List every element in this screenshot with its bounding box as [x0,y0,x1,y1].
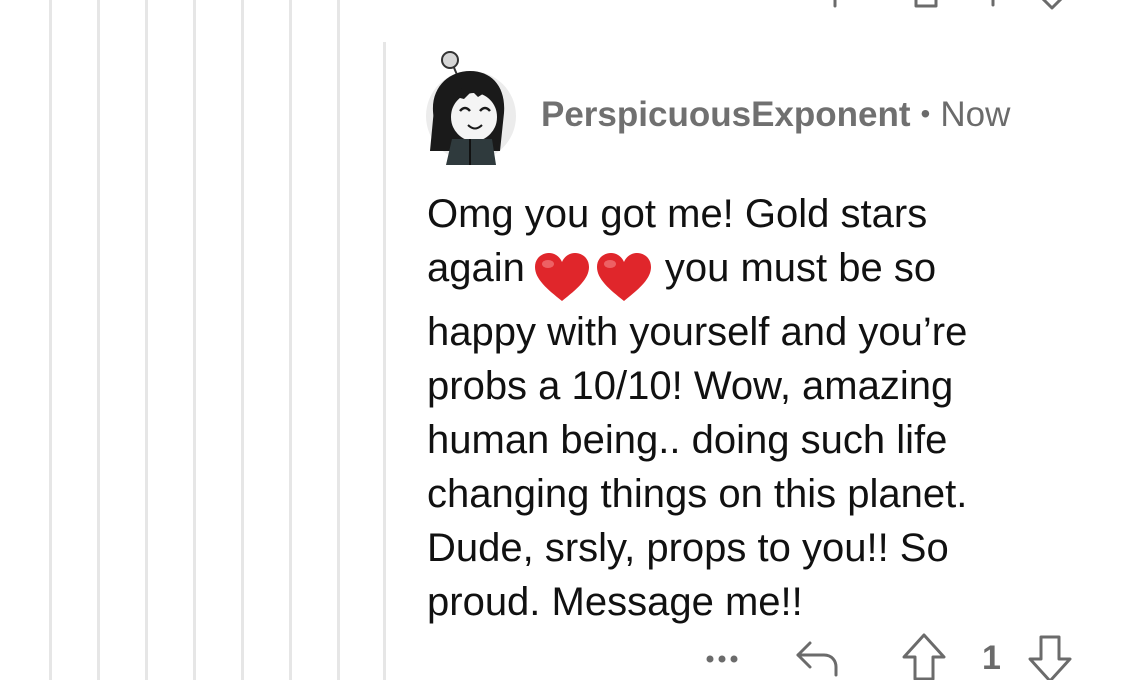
thread-line-current[interactable] [383,42,386,680]
comment-line: Omg you got me! Gold stars [427,192,928,236]
comment-line: again [427,246,525,290]
thread-line[interactable] [337,0,340,680]
upvote-icon[interactable] [908,0,944,10]
thread-line[interactable] [289,0,292,680]
avatar[interactable] [420,47,518,165]
thread-line[interactable] [193,0,196,680]
author-name[interactable]: PerspicuousExponent [541,95,911,134]
upvote-icon[interactable] [900,631,948,680]
thread-line[interactable] [97,0,100,680]
more-icon[interactable] [700,635,744,679]
comment-body: Omg you got me! Gold stars again you must… [427,187,1087,629]
vote-count: 1 [982,639,1001,677]
comment-meta: PerspicuousExponent • Now [541,93,1010,137]
comment-line: happy with yourself and you’re probs a 1… [427,310,968,625]
comment-actions: 1 [690,633,1090,680]
heart-icon [596,253,651,302]
vote-count-fragment [991,0,995,7]
comment: PerspicuousExponent • Now Omg you got me! … [420,45,1100,680]
thread-line[interactable] [241,0,244,680]
thread-line[interactable] [49,0,52,680]
thread-line[interactable] [145,0,148,680]
heart-icon [534,253,589,302]
downvote-icon[interactable] [1030,0,1074,12]
parent-comment-actions [800,0,1100,10]
downvote-icon[interactable] [1026,633,1074,680]
reply-icon[interactable] [820,0,850,10]
reddit-comment-thread: PerspicuousExponent • Now Omg you got me! … [0,0,1125,680]
meta-separator: • [920,98,931,129]
comment-line: you must be so [664,246,937,290]
hearts-emoji [533,249,653,305]
reply-icon[interactable] [794,633,842,680]
timestamp: Now [940,95,1011,134]
